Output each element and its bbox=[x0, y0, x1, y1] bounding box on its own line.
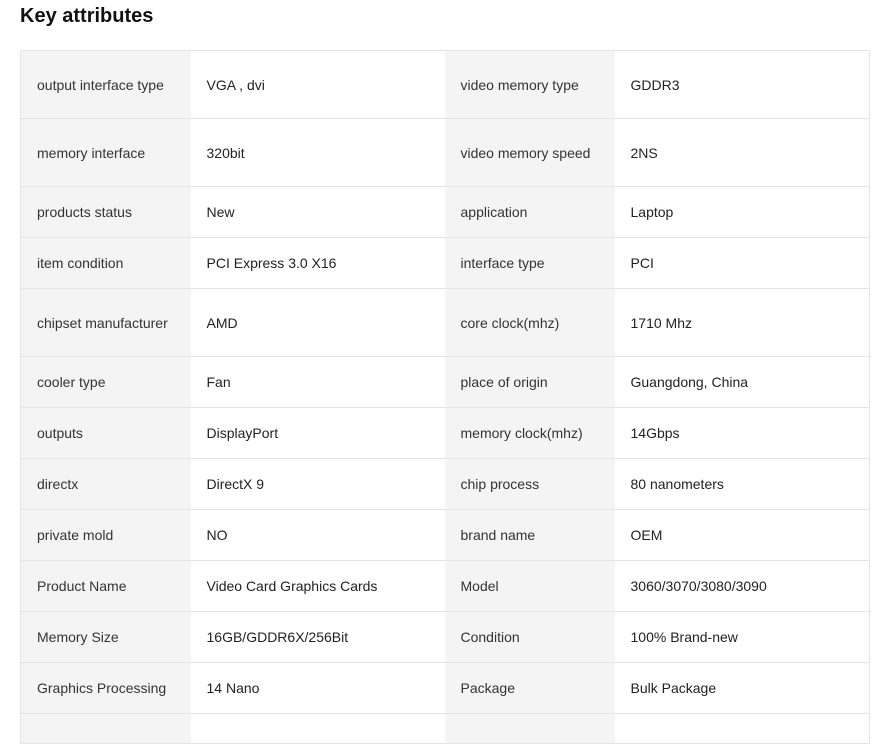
attribute-value: 2NS bbox=[614, 118, 870, 187]
attribute-label bbox=[444, 713, 615, 744]
attribute-label: item condition bbox=[20, 237, 191, 289]
attribute-label: Graphics Processing bbox=[20, 662, 191, 714]
table-row: directx DirectX 9 chip process 80 nanome… bbox=[20, 458, 870, 510]
table-row: outputs DisplayPort memory clock(mhz) 14… bbox=[20, 407, 870, 459]
table-row bbox=[20, 713, 870, 744]
attribute-label: brand name bbox=[444, 509, 615, 561]
attribute-label: Condition bbox=[444, 611, 615, 663]
attribute-value: NO bbox=[190, 509, 445, 561]
attribute-value: 14 Nano bbox=[190, 662, 445, 714]
attribute-label: Product Name bbox=[20, 560, 191, 612]
attribute-value: DirectX 9 bbox=[190, 458, 445, 510]
attribute-value: VGA , dvi bbox=[190, 50, 445, 119]
table-row: cooler type Fan place of origin Guangdon… bbox=[20, 356, 870, 408]
attribute-value: 80 nanometers bbox=[614, 458, 870, 510]
table-row: Product Name Video Card Graphics Cards M… bbox=[20, 560, 870, 612]
attribute-value: 320bit bbox=[190, 118, 445, 187]
attribute-value: GDDR3 bbox=[614, 50, 870, 119]
attribute-value: Fan bbox=[190, 356, 445, 408]
attribute-label: output interface type bbox=[20, 50, 191, 119]
attribute-value: 100% Brand-new bbox=[614, 611, 870, 663]
attribute-value: AMD bbox=[190, 288, 445, 357]
attribute-label: video memory speed bbox=[444, 118, 615, 187]
attribute-label: directx bbox=[20, 458, 191, 510]
table-row: products status New application Laptop bbox=[20, 186, 870, 238]
attribute-value: New bbox=[190, 186, 445, 238]
attribute-value: OEM bbox=[614, 509, 870, 561]
table-row: private mold NO brand name OEM bbox=[20, 509, 870, 561]
attribute-label: video memory type bbox=[444, 50, 615, 119]
attribute-value: 1710 Mhz bbox=[614, 288, 870, 357]
attribute-label: cooler type bbox=[20, 356, 191, 408]
attribute-value: PCI Express 3.0 X16 bbox=[190, 237, 445, 289]
attribute-label: interface type bbox=[444, 237, 615, 289]
attribute-label: core clock(mhz) bbox=[444, 288, 615, 357]
table-row: memory interface 320bit video memory spe… bbox=[20, 118, 870, 187]
attribute-value: Laptop bbox=[614, 186, 870, 238]
attribute-value: Video Card Graphics Cards bbox=[190, 560, 445, 612]
attribute-label: Package bbox=[444, 662, 615, 714]
table-row: item condition PCI Express 3.0 X16 inter… bbox=[20, 237, 870, 289]
attribute-label: application bbox=[444, 186, 615, 238]
attribute-value bbox=[190, 713, 445, 744]
attribute-label: memory interface bbox=[20, 118, 191, 187]
attribute-value: Bulk Package bbox=[614, 662, 870, 714]
attribute-label: chip process bbox=[444, 458, 615, 510]
table-row: chipset manufacturer AMD core clock(mhz)… bbox=[20, 288, 870, 357]
attribute-value: 14Gbps bbox=[614, 407, 870, 459]
attribute-label: memory clock(mhz) bbox=[444, 407, 615, 459]
attribute-value: 3060/3070/3080/3090 bbox=[614, 560, 870, 612]
attribute-value bbox=[614, 713, 870, 744]
attribute-label: private mold bbox=[20, 509, 191, 561]
attribute-label: chipset manufacturer bbox=[20, 288, 191, 357]
section-title: Key attributes bbox=[20, 5, 154, 27]
attribute-label: place of origin bbox=[444, 356, 615, 408]
attribute-value: Guangdong, China bbox=[614, 356, 870, 408]
table-row: output interface type VGA , dvi video me… bbox=[20, 50, 870, 119]
attribute-label: products status bbox=[20, 186, 191, 238]
attribute-label: outputs bbox=[20, 407, 191, 459]
attribute-label bbox=[20, 713, 191, 744]
attribute-value: DisplayPort bbox=[190, 407, 445, 459]
attribute-label: Memory Size bbox=[20, 611, 191, 663]
attribute-value: 16GB/GDDR6X/256Bit bbox=[190, 611, 445, 663]
attribute-label: Model bbox=[444, 560, 615, 612]
attribute-value: PCI bbox=[614, 237, 870, 289]
table-row: Memory Size 16GB/GDDR6X/256Bit Condition… bbox=[20, 611, 870, 663]
key-attributes-table: output interface type VGA , dvi video me… bbox=[20, 50, 870, 744]
table-row: Graphics Processing 14 Nano Package Bulk… bbox=[20, 662, 870, 714]
